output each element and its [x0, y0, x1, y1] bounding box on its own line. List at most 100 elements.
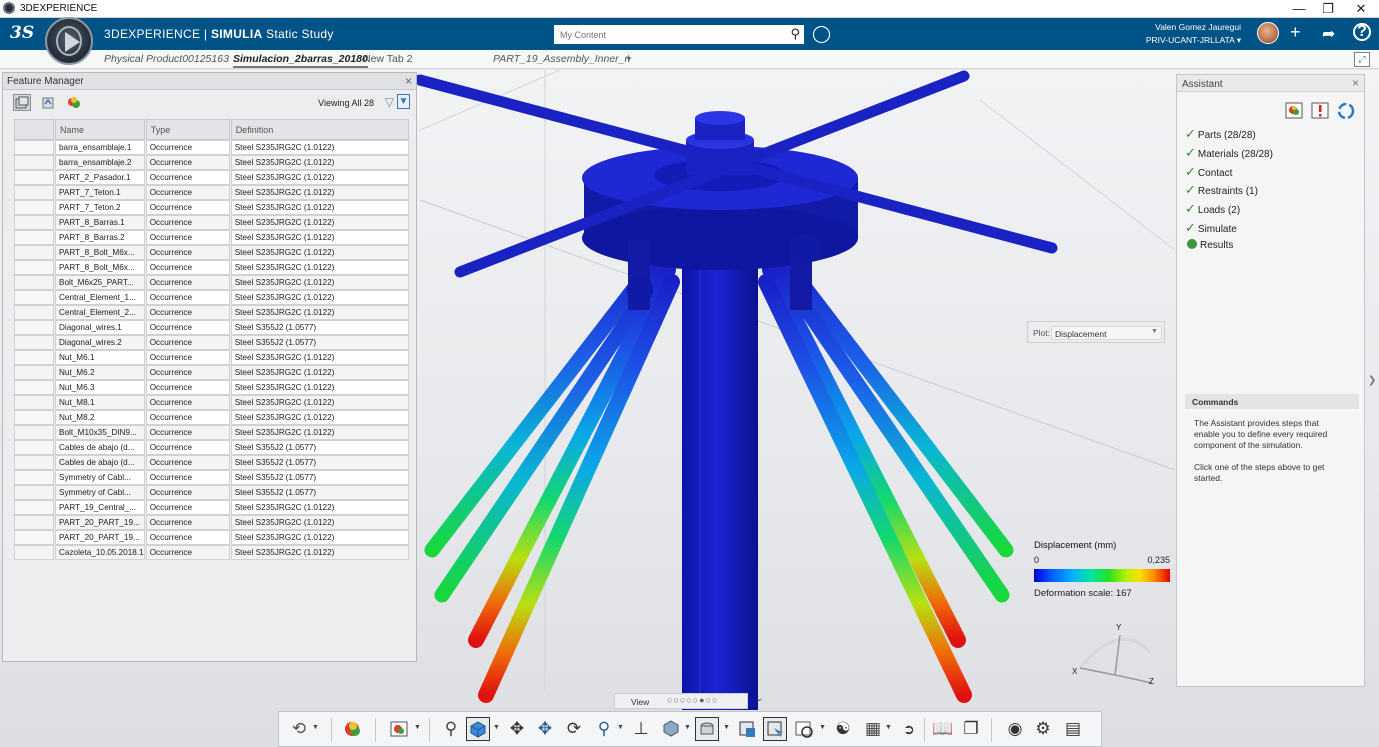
tab-simulacion[interactable]: Simulacion_2barras_20180 — [233, 53, 368, 68]
row-selector[interactable] — [14, 440, 54, 455]
table-row[interactable]: PART_8_Bolt_M6x... Occurrence Steel S235JR… — [14, 245, 409, 260]
row-selector[interactable] — [14, 425, 54, 440]
display-icon[interactable]: ◉ — [1003, 717, 1027, 741]
pan-icon[interactable]: ✥ — [533, 717, 557, 741]
close-button[interactable]: ✕ — [1344, 0, 1378, 18]
table-row[interactable]: barra_ensamblaje.1 Occurrence Steel S235JR… — [14, 140, 409, 155]
tab-new-tab-2[interactable]: New Tab 2 — [363, 53, 412, 65]
table-row[interactable]: PART_20_PART_19... Occurrence Steel S235JR… — [14, 530, 409, 545]
3ds-logo[interactable]: 3S — [10, 23, 34, 43]
update-icon[interactable] — [1337, 102, 1355, 120]
step-results[interactable]: Results — [1185, 239, 1233, 251]
help-icon[interactable]: ? — [1353, 23, 1371, 41]
avatar[interactable] — [1257, 22, 1279, 44]
row-selector[interactable] — [14, 140, 54, 155]
close-icon[interactable]: × — [1352, 76, 1359, 90]
row-selector[interactable] — [14, 170, 54, 185]
chevron-down-icon[interactable]: ▼ — [684, 724, 691, 731]
table-row[interactable]: Nut_M8.2 Occurrence Steel S235JRG2C (1.012… — [14, 410, 409, 425]
row-selector[interactable] — [14, 305, 54, 320]
plot-dropdown[interactable]: Displacement ▼ — [1051, 326, 1162, 340]
table-row[interactable]: Cazoleta_10.05.2018.1 Occurrence Steel S23… — [14, 545, 409, 560]
section-icon[interactable] — [735, 717, 759, 741]
row-selector[interactable] — [14, 350, 54, 365]
table-row[interactable]: Symmetry of Cabl... Occurrence Steel S355J… — [14, 470, 409, 485]
expand-icon[interactable]: ⤢ — [1354, 52, 1370, 67]
restore-button[interactable]: ❐ — [1311, 0, 1345, 18]
chevron-down-icon[interactable]: ▼ — [723, 724, 730, 731]
row-selector[interactable] — [14, 380, 54, 395]
search-icon[interactable]: ⚲ — [790, 26, 800, 42]
row-selector[interactable] — [14, 185, 54, 200]
table-row[interactable]: barra_ensamblaje.2 Occurrence Steel S235JR… — [14, 155, 409, 170]
materials-view-icon[interactable] — [39, 94, 57, 111]
table-row[interactable]: Cables de abajo (d... Occurrence Steel S35… — [14, 440, 409, 455]
step-loads[interactable]: ✓ Loads (2) — [1185, 201, 1240, 217]
next-icon[interactable]: ➲ — [897, 717, 921, 741]
parts-view-icon[interactable] — [13, 94, 31, 111]
new-tab-button[interactable]: + — [625, 51, 632, 65]
step-restraints[interactable]: ✓ Restraints (1) — [1185, 182, 1258, 198]
render-style-icon[interactable] — [659, 717, 683, 741]
table-row[interactable]: PART_20_PART_19... Occurrence Steel S235JR… — [14, 515, 409, 530]
row-selector[interactable] — [14, 290, 54, 305]
row-selector[interactable] — [14, 200, 54, 215]
warning-icon[interactable] — [1311, 102, 1329, 119]
table-row[interactable]: Diagonal_wires.1 Occurrence Steel S355J2 (… — [14, 320, 409, 335]
row-selector[interactable] — [14, 455, 54, 470]
table-row[interactable]: Cables de abajo (d... Occurrence Steel S35… — [14, 455, 409, 470]
search-input[interactable] — [554, 25, 779, 44]
column-header-type[interactable]: Type — [145, 119, 230, 140]
view-pager[interactable]: ○○○○○●○○ — [667, 695, 719, 705]
row-selector[interactable] — [14, 320, 54, 335]
column-header-definition[interactable]: Definition — [230, 119, 409, 140]
chevron-down-icon[interactable]: ⌄ — [755, 693, 763, 704]
table-row[interactable]: PART_8_Barras.2 Occurrence Steel S235JRG2C… — [14, 230, 409, 245]
normal-view-icon[interactable]: ⊥ — [629, 717, 653, 741]
active-filter-icon[interactable]: ▼ — [397, 94, 410, 109]
chevron-right-icon[interactable]: ❯ — [1368, 375, 1376, 386]
table-row[interactable]: PART_8_Bolt_M6x... Occurrence Steel S235JR… — [14, 260, 409, 275]
row-selector[interactable] — [14, 395, 54, 410]
book-icon[interactable]: 📖 — [931, 717, 955, 741]
select-column-header[interactable] — [14, 119, 54, 140]
row-selector[interactable] — [14, 155, 54, 170]
add-icon[interactable]: + — [1290, 22, 1301, 43]
table-row[interactable]: Nut_M6.1 Occurrence Steel S235JRG2C (1.012… — [14, 350, 409, 365]
chevron-down-icon[interactable]: ▼ — [493, 724, 500, 731]
step-simulate[interactable]: ✓ Simulate — [1185, 220, 1237, 236]
table-row[interactable]: PART_7_Teton.2 Occurrence Steel S235JRG2C … — [14, 200, 409, 215]
step-parts[interactable]: ✓ Parts (28/28) — [1185, 126, 1256, 142]
cut-icon[interactable] — [763, 717, 787, 741]
row-selector[interactable] — [14, 545, 54, 560]
table-row[interactable]: Diagonal_wires.2 Occurrence Steel S355J2 (… — [14, 335, 409, 350]
row-selector[interactable] — [14, 365, 54, 380]
plot-icon[interactable] — [387, 717, 411, 741]
filter-icon[interactable]: ▽ — [385, 95, 394, 109]
row-selector[interactable] — [14, 485, 54, 500]
fit-all-icon[interactable]: ✥ — [505, 717, 529, 741]
table-icon[interactable]: ▤ — [1061, 717, 1085, 741]
row-selector[interactable] — [14, 470, 54, 485]
grid-icon[interactable]: ▦ — [861, 717, 885, 741]
table-row[interactable]: Nut_M8.1 Occurrence Steel S235JRG2C (1.012… — [14, 395, 409, 410]
share-icon[interactable]: ➦ — [1322, 24, 1335, 44]
sensor-icon[interactable]: ☯ — [831, 717, 855, 741]
close-icon[interactable]: × — [405, 74, 412, 88]
user-info[interactable]: Valen Gomez Jauregui PRIV-UCANT-JRLLATA … — [1146, 21, 1241, 47]
simulation-results-icon[interactable] — [341, 717, 365, 741]
table-row[interactable]: PART_19_Central_... Occurrence Steel S235J… — [14, 500, 409, 515]
mesh-view-icon[interactable] — [65, 94, 83, 111]
step-materials[interactable]: ✓ Materials (28/28) — [1185, 145, 1273, 161]
table-row[interactable]: Symmetry of Cabl... Occurrence Steel S355J… — [14, 485, 409, 500]
row-selector[interactable] — [14, 215, 54, 230]
view-cube-icon[interactable] — [466, 717, 490, 741]
table-row[interactable]: Central_Element_1... Occurrence Steel S235… — [14, 290, 409, 305]
compass-widget[interactable] — [45, 17, 93, 65]
row-selector[interactable] — [14, 410, 54, 425]
table-row[interactable]: Bolt_M6x25_PART... Occurrence Steel S235JR… — [14, 275, 409, 290]
table-row[interactable]: Bolt_M10x35_DIN9... Occurrence Steel S235J… — [14, 425, 409, 440]
chevron-down-icon[interactable]: ▼ — [414, 724, 421, 731]
row-selector[interactable] — [14, 275, 54, 290]
undo-icon[interactable]: ⟲ — [287, 717, 311, 741]
